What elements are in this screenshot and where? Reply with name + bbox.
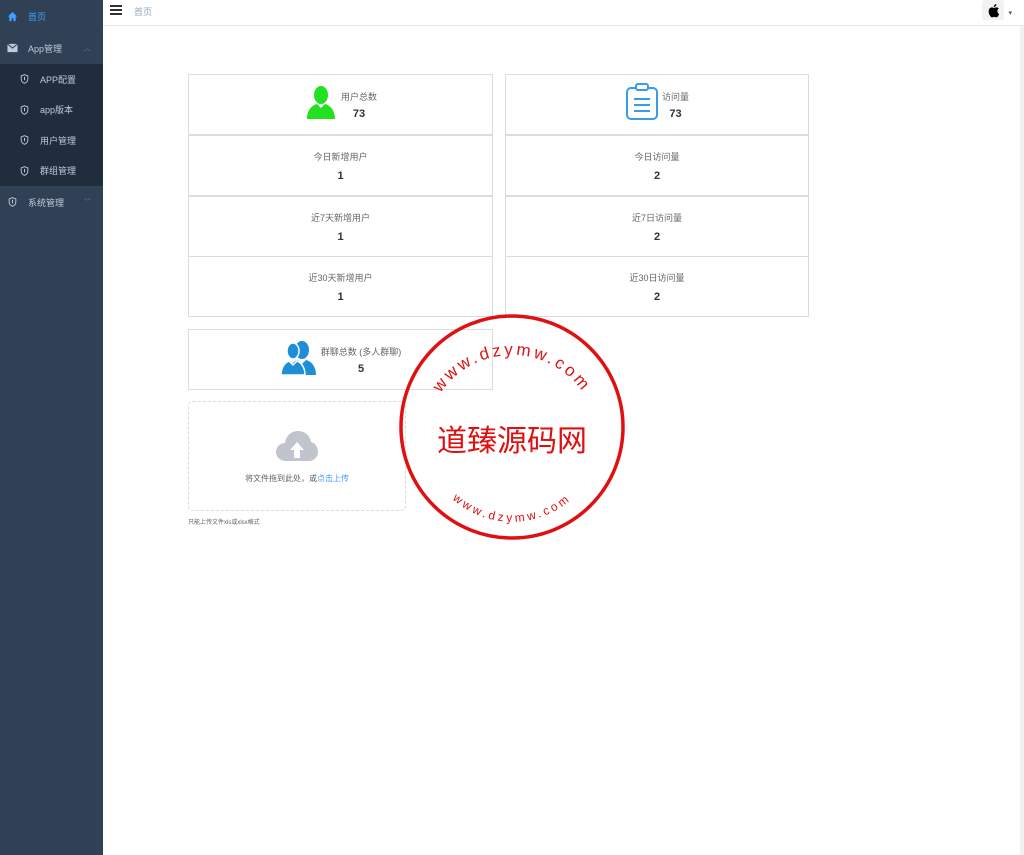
group-users-icon	[279, 339, 318, 380]
sidebar-group-system[interactable]: 系统管理 ﹀	[0, 186, 103, 218]
shield-icon	[6, 196, 18, 208]
apple-logo-icon	[988, 3, 999, 17]
top-navbar: 首页 ▾	[103, 0, 1024, 26]
sidebar-item-label: App管理	[28, 43, 63, 54]
card-week-visits: 近7日访问量 2	[505, 196, 809, 257]
chevron-up-icon: ︿	[84, 45, 91, 52]
stat-label: 访问量	[661, 91, 689, 102]
stat-value: 2	[653, 290, 661, 303]
shield-icon	[18, 73, 30, 85]
sidebar-item-app-config[interactable]: APP配置	[0, 64, 103, 95]
shield-icon	[18, 134, 30, 146]
stat-value: 1	[337, 290, 344, 303]
card-today-new-users: 今日新增用户 1	[188, 135, 493, 196]
stamp-top-arc-text: www.dzymw.com	[428, 340, 595, 396]
watermark-stamp: www.dzymw.com www.dzymw.com 道臻源码网	[399, 314, 625, 540]
stat-value: 2	[653, 230, 661, 243]
caret-down-icon[interactable]: ▾	[1008, 9, 1012, 17]
sidebar-item-label: APP配置	[40, 74, 77, 85]
card-visits-total: 访问量 73	[505, 74, 809, 135]
home-icon	[6, 10, 18, 22]
sidebar-item-group-management[interactable]: 群组管理	[0, 156, 103, 187]
user-icon	[304, 85, 338, 124]
stat-value: 73	[669, 107, 682, 120]
sidebar: 首页 App管理 ︿ APP配置 app版本 用户管理 群组管理 系统管理 ﹀	[0, 0, 103, 855]
card-month-new-users: 近30天新增用户 1	[188, 256, 493, 317]
sidebar-item-label: 系统管理	[28, 197, 65, 208]
shield-icon	[18, 165, 30, 177]
mail-icon	[6, 42, 18, 54]
stat-value: 73	[352, 107, 366, 120]
stat-value: 5	[357, 362, 365, 375]
stat-value: 2	[653, 169, 661, 182]
stat-value: 1	[337, 169, 344, 182]
stat-label: 近30天新增用户	[308, 272, 373, 283]
upload-instruction: 将文件拖到此处，或点击上传	[245, 473, 349, 484]
stat-label: 近7日访问量	[631, 212, 682, 223]
stat-label: 近7天新增用户	[310, 212, 370, 223]
sidebar-item-home[interactable]: 首页	[0, 0, 103, 32]
avatar[interactable]	[982, 0, 1004, 20]
stamp-bottom-arc-text: www.dzymw.com	[450, 490, 574, 525]
clipboard-icon	[625, 83, 659, 126]
sidebar-item-label: 群组管理	[40, 166, 77, 177]
card-month-visits: 近30日访问量 2	[505, 256, 809, 317]
sidebar-submenu-app: APP配置 app版本 用户管理 群组管理	[0, 64, 103, 186]
sidebar-item-label: 用户管理	[40, 135, 77, 146]
hamburger-menu-icon[interactable]	[110, 5, 122, 15]
sidebar-item-user-management[interactable]: 用户管理	[0, 125, 103, 156]
stat-value: 1	[337, 230, 344, 243]
breadcrumb[interactable]: 首页	[134, 5, 152, 18]
sidebar-item-label: app版本	[40, 105, 74, 116]
card-week-new-users: 近7天新增用户 1	[188, 196, 493, 257]
card-users-total: 用户总数 73	[188, 74, 493, 135]
cloud-upload-icon	[276, 430, 318, 461]
sidebar-item-label: 首页	[28, 11, 47, 22]
stat-label: 群聊总数 (多人群聊)	[320, 346, 402, 357]
stamp-center-text: 道臻源码网	[437, 424, 587, 459]
upload-click-link[interactable]: 点击上传	[317, 474, 349, 483]
stat-label: 用户总数	[340, 91, 377, 102]
file-upload-dropzone[interactable]: 将文件拖到此处，或点击上传	[188, 401, 406, 511]
stat-label: 今日访问量	[634, 151, 680, 162]
shield-icon	[18, 104, 30, 116]
sidebar-item-app-version[interactable]: app版本	[0, 95, 103, 126]
upload-text: 将文件拖到此处，或	[245, 473, 317, 483]
stat-label: 今日新增用户	[313, 151, 368, 162]
sidebar-group-app[interactable]: App管理 ︿	[0, 32, 103, 64]
stat-label: 近30日访问量	[629, 272, 685, 283]
upload-tip: 只能上传文件xls或xlsx格式	[188, 520, 260, 526]
chevron-down-icon: ﹀	[84, 199, 91, 206]
card-today-visits: 今日访问量 2	[505, 135, 809, 196]
scrollbar[interactable]	[1020, 26, 1024, 855]
